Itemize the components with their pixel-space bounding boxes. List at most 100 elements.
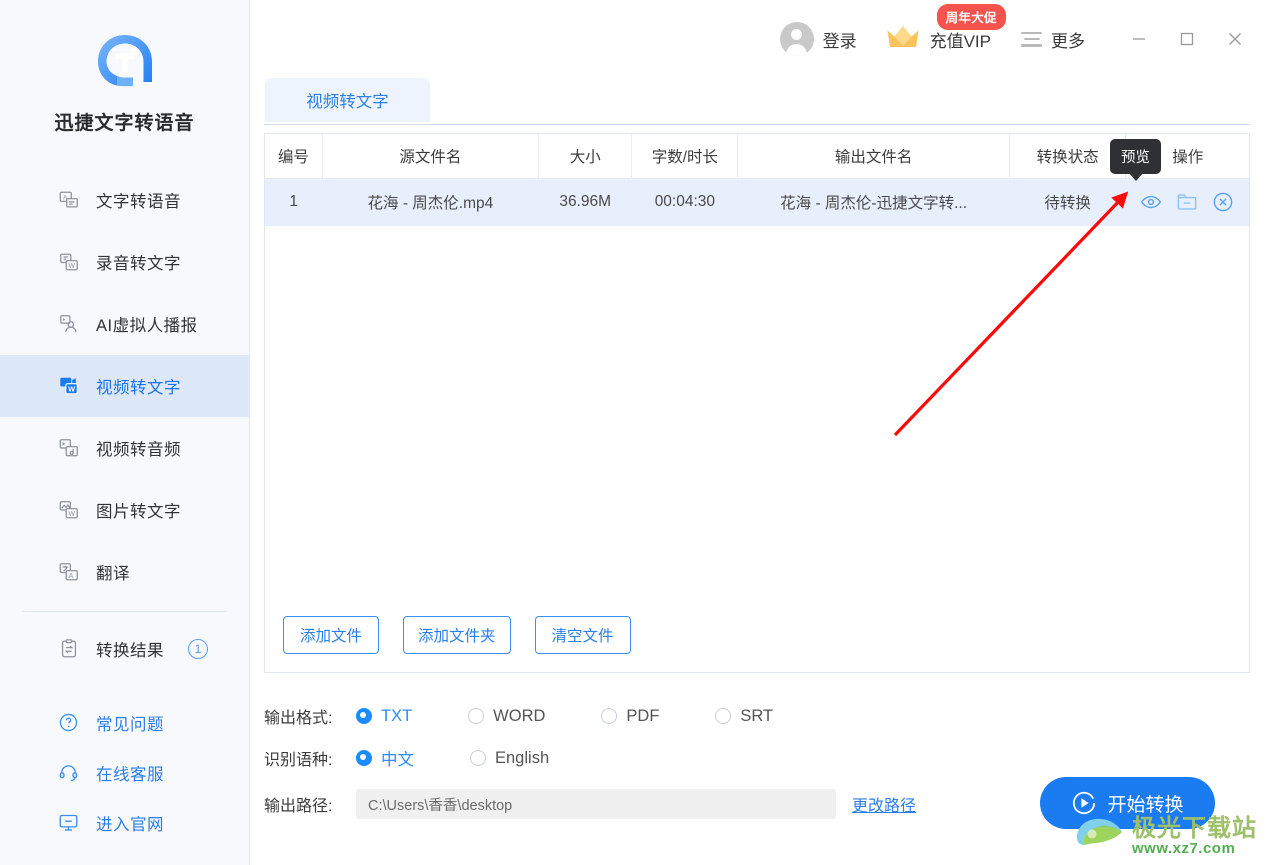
format-option-word[interactable]: WORD [468,707,545,726]
login-button[interactable]: 登录 [779,22,857,56]
text-to-speech-icon: A [58,189,80,211]
main-content: 登录 充值VIP 周年大促 更多 视频转文字 编号 源文件名 大小 字数/时长 … [250,0,1265,865]
recharge-vip-button[interactable]: 充值VIP 周年大促 [885,3,1006,57]
radio-icon [470,750,486,766]
sidebar-item-support[interactable]: 在线客服 [0,748,249,798]
sidebar-item-label: 文字转语音 [96,193,181,211]
video-to-text-icon: W [58,375,80,397]
promo-badge: 周年大促 [936,3,1006,30]
sidebar-item-text-to-speech[interactable]: A 文字转语音 [0,169,249,231]
login-label: 登录 [822,31,857,51]
ai-avatar-icon [58,313,80,335]
sidebar-divider [22,611,227,612]
sidebar-item-label: 翻译 [96,565,130,583]
close-icon [1229,33,1241,45]
brand-name: 迅捷文字转语音 [54,113,195,134]
format-option-pdf[interactable]: PDF [601,707,659,726]
svg-text:A: A [69,573,74,580]
open-folder-icon[interactable] [1176,191,1198,213]
maximize-button[interactable] [1165,19,1209,59]
application-window: 迅捷文字转语音 A 文字转语音 W 录音转文字 AI虚拟人播报 W 视频转文字 … [0,0,1265,865]
sidebar-item-audio-to-text[interactable]: W 录音转文字 [0,231,249,293]
add-file-button[interactable]: 添加文件 [283,616,379,654]
radio-icon [601,708,618,724]
sidebar-item-label: AI虚拟人播报 [96,317,198,335]
clipboard-icon [58,638,80,660]
sidebar-item-label: 图片转文字 [96,503,181,521]
table-header-row: 编号 源文件名 大小 字数/时长 输出文件名 转换状态 操作 [265,134,1249,179]
tab-strip: 视频转文字 [250,78,1265,124]
format-option-txt[interactable]: TXT [356,707,412,726]
minimize-button[interactable] [1117,19,1161,59]
sidebar-item-video-to-audio[interactable]: 视频转音频 [0,417,249,479]
headset-icon [58,762,80,784]
language-row: 识别语种: 中文 English [264,737,1250,779]
user-avatar-icon [779,22,814,56]
table-row[interactable]: 1 花海 - 周杰伦.mp4 36.96M 00:04:30 花海 - 周杰伦-… [265,178,1249,226]
cell-source-name: 花海 - 周杰伦.mp4 [322,178,539,226]
column-header-id: 编号 [265,134,323,179]
cell-status: 待转换 [1009,178,1126,226]
sidebar-item-label: 常见问题 [96,716,164,734]
remove-circle-icon[interactable] [1212,191,1234,213]
radio-icon [715,708,732,724]
preview-eye-icon[interactable] [1140,191,1162,213]
column-header-output-name: 输出文件名 [737,134,1010,179]
image-to-text-icon: W [58,499,80,521]
close-button[interactable] [1213,19,1257,59]
column-header-duration: 字数/时长 [631,134,739,179]
file-table: 编号 源文件名 大小 字数/时长 输出文件名 转换状态 操作 1 花海 - 周杰… [265,134,1249,226]
sidebar-item-label: 视频转音频 [96,441,181,459]
sidebar: 迅捷文字转语音 A 文字转语音 W 录音转文字 AI虚拟人播报 W 视频转文字 … [0,0,250,865]
svg-text:W: W [69,511,76,518]
sidebar-item-video-to-text[interactable]: W 视频转文字 [0,355,249,417]
output-format-label: 输出格式: [264,710,333,727]
cell-size: 36.96M [538,178,632,226]
sidebar-item-website[interactable]: 进入官网 [0,798,249,848]
language-option-label: English [495,748,550,767]
translate-icon: A [58,561,80,583]
output-path-input[interactable] [356,789,836,819]
change-path-link[interactable]: 更改路径 [852,792,916,816]
sidebar-item-label: 转换结果 [96,642,164,660]
format-option-label: WORD [493,706,546,725]
sidebar-item-results[interactable]: 转换结果 1 [0,618,249,680]
language-option-chinese[interactable]: 中文 [356,746,414,770]
window-controls [1117,19,1257,59]
sidebar-item-label: 录音转文字 [96,255,181,273]
maximize-icon [1180,32,1194,46]
language-option-english[interactable]: English [470,749,549,768]
sidebar-item-faq[interactable]: 常见问题 [0,698,249,748]
format-option-label: SRT [740,706,774,725]
panel-action-buttons: 添加文件 添加文件夹 清空文件 [283,616,631,654]
svg-text:W: W [68,385,75,394]
start-conversion-label: 开始转换 [1107,794,1184,816]
format-option-srt[interactable]: SRT [715,707,773,726]
radio-icon [356,750,372,766]
cell-operations [1125,178,1249,226]
column-header-size: 大小 [538,134,633,179]
titlebar: 登录 充值VIP 周年大促 更多 [250,0,1265,78]
cell-duration: 00:04:30 [631,178,738,226]
video-to-audio-icon [58,437,80,459]
sidebar-item-translate[interactable]: A 翻译 [0,541,249,603]
sidebar-item-image-to-text[interactable]: W 图片转文字 [0,479,249,541]
output-format-row: 输出格式: TXT WORD PDF SRT [264,695,1250,737]
language-label: 识别语种: [264,752,333,769]
file-list-panel: 编号 源文件名 大小 字数/时长 输出文件名 转换状态 操作 1 花海 - 周杰… [264,133,1250,673]
sidebar-item-label: 进入官网 [96,816,164,834]
clear-files-button[interactable]: 清空文件 [534,616,631,654]
start-conversion-button[interactable]: 开始转换 [1040,777,1215,829]
app-logo-icon [93,30,157,94]
sidebar-item-ai-avatar[interactable]: AI虚拟人播报 [0,293,249,355]
tab-underline [264,124,1250,125]
minimize-icon [1133,38,1145,40]
more-button[interactable]: 更多 [1021,27,1085,52]
svg-text:W: W [69,263,76,270]
more-label: 更多 [1051,31,1085,51]
recharge-vip-label: 充值VIP [929,31,991,51]
add-folder-button[interactable]: 添加文件夹 [403,616,511,654]
tab-label: 视频转文字 [306,93,389,111]
language-option-label: 中文 [381,751,414,769]
tab-video-to-text[interactable]: 视频转文字 [265,78,430,122]
